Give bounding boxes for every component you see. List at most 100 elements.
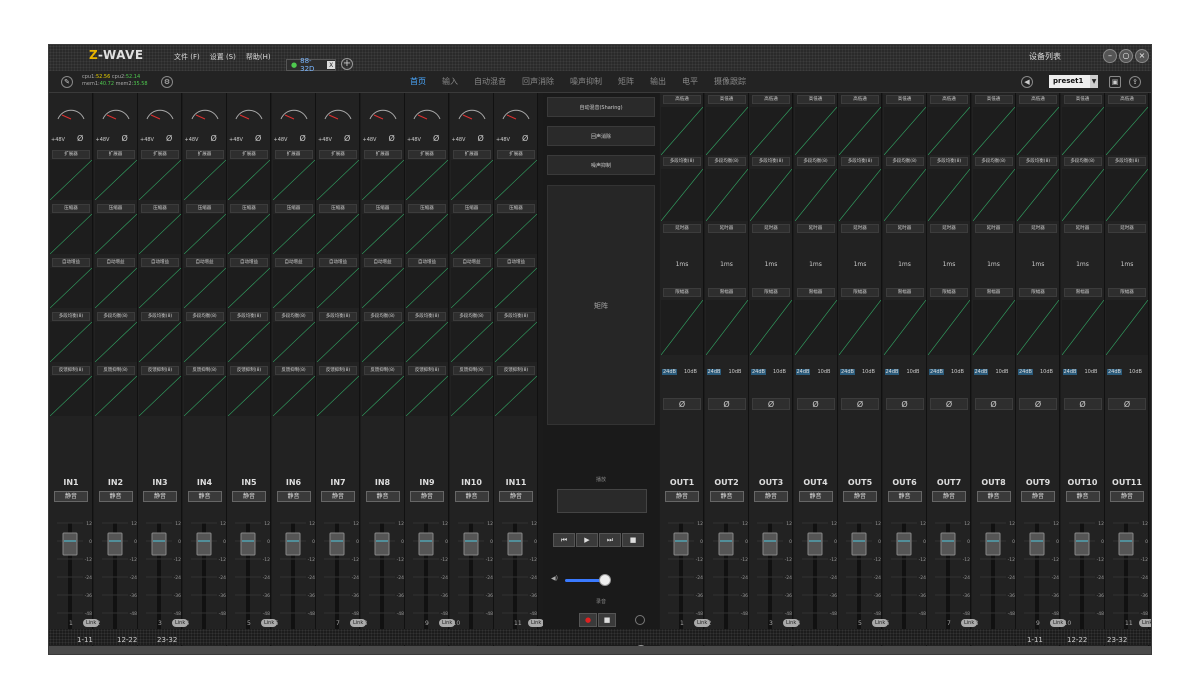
phase-invert-icon[interactable]: Ø <box>344 134 350 143</box>
dsp-block-1[interactable]: 多段均衡(8) <box>841 157 879 166</box>
fader-handle[interactable] <box>329 532 345 556</box>
device-list-button[interactable]: 设备列表 <box>1029 51 1061 62</box>
dsp-block-1[interactable]: 压缩器 <box>52 204 90 213</box>
phase-invert-icon[interactable]: Ø <box>478 134 484 143</box>
gain-b[interactable]: 10dB <box>862 369 875 375</box>
dsp-block-0[interactable]: 高低通 <box>796 95 835 104</box>
menu-settings[interactable]: 设置 (S) <box>210 52 236 62</box>
next-icon[interactable]: ⏭ <box>599 533 621 547</box>
dsp-block-1[interactable]: 压缩器 <box>497 204 535 213</box>
record-stop-icon[interactable]: ■ <box>598 613 616 627</box>
fader-handle[interactable] <box>985 532 1000 556</box>
dsp-block-0[interactable]: 扩展器 <box>141 150 179 159</box>
dsp-block-3[interactable]: 限幅器 <box>1063 288 1102 297</box>
gain-b[interactable]: 10dB <box>773 369 786 375</box>
dsp-block-1[interactable]: 多段均衡(8) <box>1108 157 1146 166</box>
record-icon[interactable]: ● <box>579 613 597 627</box>
mute-button[interactable]: 静音 <box>932 491 966 502</box>
phase-invert-icon[interactable]: Ø <box>255 134 261 143</box>
phase-invert-icon[interactable]: Ø <box>1019 398 1057 410</box>
menu-help[interactable]: 帮助(H) <box>246 52 271 62</box>
dsp-block-2[interactable]: 自动增益 <box>452 258 491 267</box>
dsp-block-1[interactable]: 压缩器 <box>274 204 313 213</box>
edit-icon[interactable]: ✎ <box>61 76 73 88</box>
dsp-block-1[interactable]: 多段均衡(8) <box>885 157 924 166</box>
gain-a[interactable]: 24dB <box>795 369 811 375</box>
minimize-icon[interactable]: – <box>1103 49 1117 63</box>
mute-button[interactable]: 静音 <box>843 491 877 502</box>
fader-handle[interactable] <box>62 532 78 556</box>
mute-button[interactable]: 静音 <box>1021 491 1055 502</box>
tab-7[interactable]: 电平 <box>674 76 706 87</box>
dsp-block-0[interactable]: 高低通 <box>885 95 924 104</box>
dsp-block-4[interactable]: 反馈抑制(8) <box>185 366 224 375</box>
tab-6[interactable]: 输出 <box>642 76 674 87</box>
dsp-block-0[interactable]: 扩展器 <box>497 150 535 159</box>
dsp-block-0[interactable]: 扩展器 <box>274 150 313 159</box>
gain-a[interactable]: 24dB <box>706 369 722 375</box>
bank-right-2[interactable]: 12-22 <box>1067 636 1087 644</box>
dsp-block-3[interactable]: 多段均衡(8) <box>96 312 135 321</box>
dsp-block-3[interactable]: 限幅器 <box>1019 288 1057 297</box>
dsp-block-3[interactable]: 多段均衡(8) <box>319 312 357 321</box>
phantom-48v-button[interactable]: +48V <box>318 137 332 143</box>
share-icon[interactable]: ⇪ <box>1129 76 1141 88</box>
fader-handle[interactable] <box>107 532 122 556</box>
mute-button[interactable]: 静音 <box>665 491 699 502</box>
gain-a[interactable]: 24dB <box>751 369 766 375</box>
fader-handle[interactable] <box>1074 532 1089 556</box>
phase-invert-icon[interactable]: Ø <box>796 398 835 410</box>
tab-5[interactable]: 矩阵 <box>610 76 642 87</box>
dsp-block-2[interactable]: 自动增益 <box>96 258 135 267</box>
fader-handle[interactable] <box>807 532 822 556</box>
dsp-block-1[interactable]: 压缩器 <box>141 204 179 213</box>
volume-icon[interactable]: ◀ <box>1021 76 1033 88</box>
fader-handle[interactable] <box>418 532 434 556</box>
dsp-block-0[interactable]: 扩展器 <box>408 150 446 159</box>
phase-invert-icon[interactable]: Ø <box>885 398 924 410</box>
dsp-block-1[interactable]: 多段均衡(8) <box>974 157 1013 166</box>
gain-a[interactable]: 24dB <box>1018 369 1033 375</box>
restore-icon[interactable]: ○ <box>1119 49 1133 63</box>
dsp-block-0[interactable]: 扩展器 <box>230 150 268 159</box>
fader-handle[interactable] <box>718 532 733 556</box>
mute-button[interactable]: 静音 <box>143 491 177 502</box>
fader-handle[interactable] <box>463 532 478 556</box>
dsp-block-1[interactable]: 压缩器 <box>452 204 491 213</box>
gain-a[interactable]: 24dB <box>884 369 900 375</box>
phase-invert-icon[interactable]: Ø <box>211 134 217 143</box>
dsp-block-0[interactable]: 高低通 <box>1108 95 1146 104</box>
dsp-block-2[interactable]: 延时器 <box>930 224 968 233</box>
dsp-block-0[interactable]: 扩展器 <box>319 150 357 159</box>
tab-3[interactable]: 回声消除 <box>514 76 562 87</box>
dsp-block-4[interactable]: 反馈抑制(8) <box>274 366 313 375</box>
dsp-block-1[interactable]: 压缩器 <box>408 204 446 213</box>
link-button[interactable]: Link <box>1139 619 1151 627</box>
phantom-48v-button[interactable]: +48V <box>140 137 154 143</box>
mute-button[interactable]: 静音 <box>798 491 833 502</box>
fader-handle[interactable] <box>896 532 911 556</box>
save-icon[interactable]: ▣ <box>1109 76 1121 88</box>
dsp-block-4[interactable]: 反馈抑制(8) <box>408 366 446 375</box>
tab-0[interactable]: 首页 <box>402 76 434 87</box>
bank-left-3[interactable]: 23-32 <box>157 636 177 644</box>
dsp-block-2[interactable]: 延时器 <box>707 224 746 233</box>
phase-invert-icon[interactable]: Ø <box>841 398 879 410</box>
record-folder-icon[interactable] <box>635 615 645 625</box>
gain-a[interactable]: 24dB <box>973 369 989 375</box>
phase-invert-icon[interactable]: Ø <box>752 398 790 410</box>
mute-button[interactable]: 静音 <box>709 491 744 502</box>
dsp-block-4[interactable]: 反馈抑制(8) <box>96 366 135 375</box>
previous-icon[interactable]: ⏮ <box>553 533 575 547</box>
dsp-block-3[interactable]: 限幅器 <box>707 288 746 297</box>
automix-button[interactable]: 自动混音(Sharing) <box>547 97 655 117</box>
player-volume-handle[interactable] <box>599 574 611 586</box>
phase-invert-icon[interactable]: Ø <box>166 134 172 143</box>
dsp-block-4[interactable]: 反馈抑制(8) <box>497 366 535 375</box>
dsp-block-3[interactable]: 限幅器 <box>885 288 924 297</box>
gain-b[interactable]: 10dB <box>996 369 1009 375</box>
dsp-block-1[interactable]: 多段均衡(8) <box>707 157 746 166</box>
dsp-block-1[interactable]: 压缩器 <box>319 204 357 213</box>
close-icon[interactable]: × <box>1135 49 1149 63</box>
dsp-block-2[interactable]: 自动增益 <box>230 258 268 267</box>
